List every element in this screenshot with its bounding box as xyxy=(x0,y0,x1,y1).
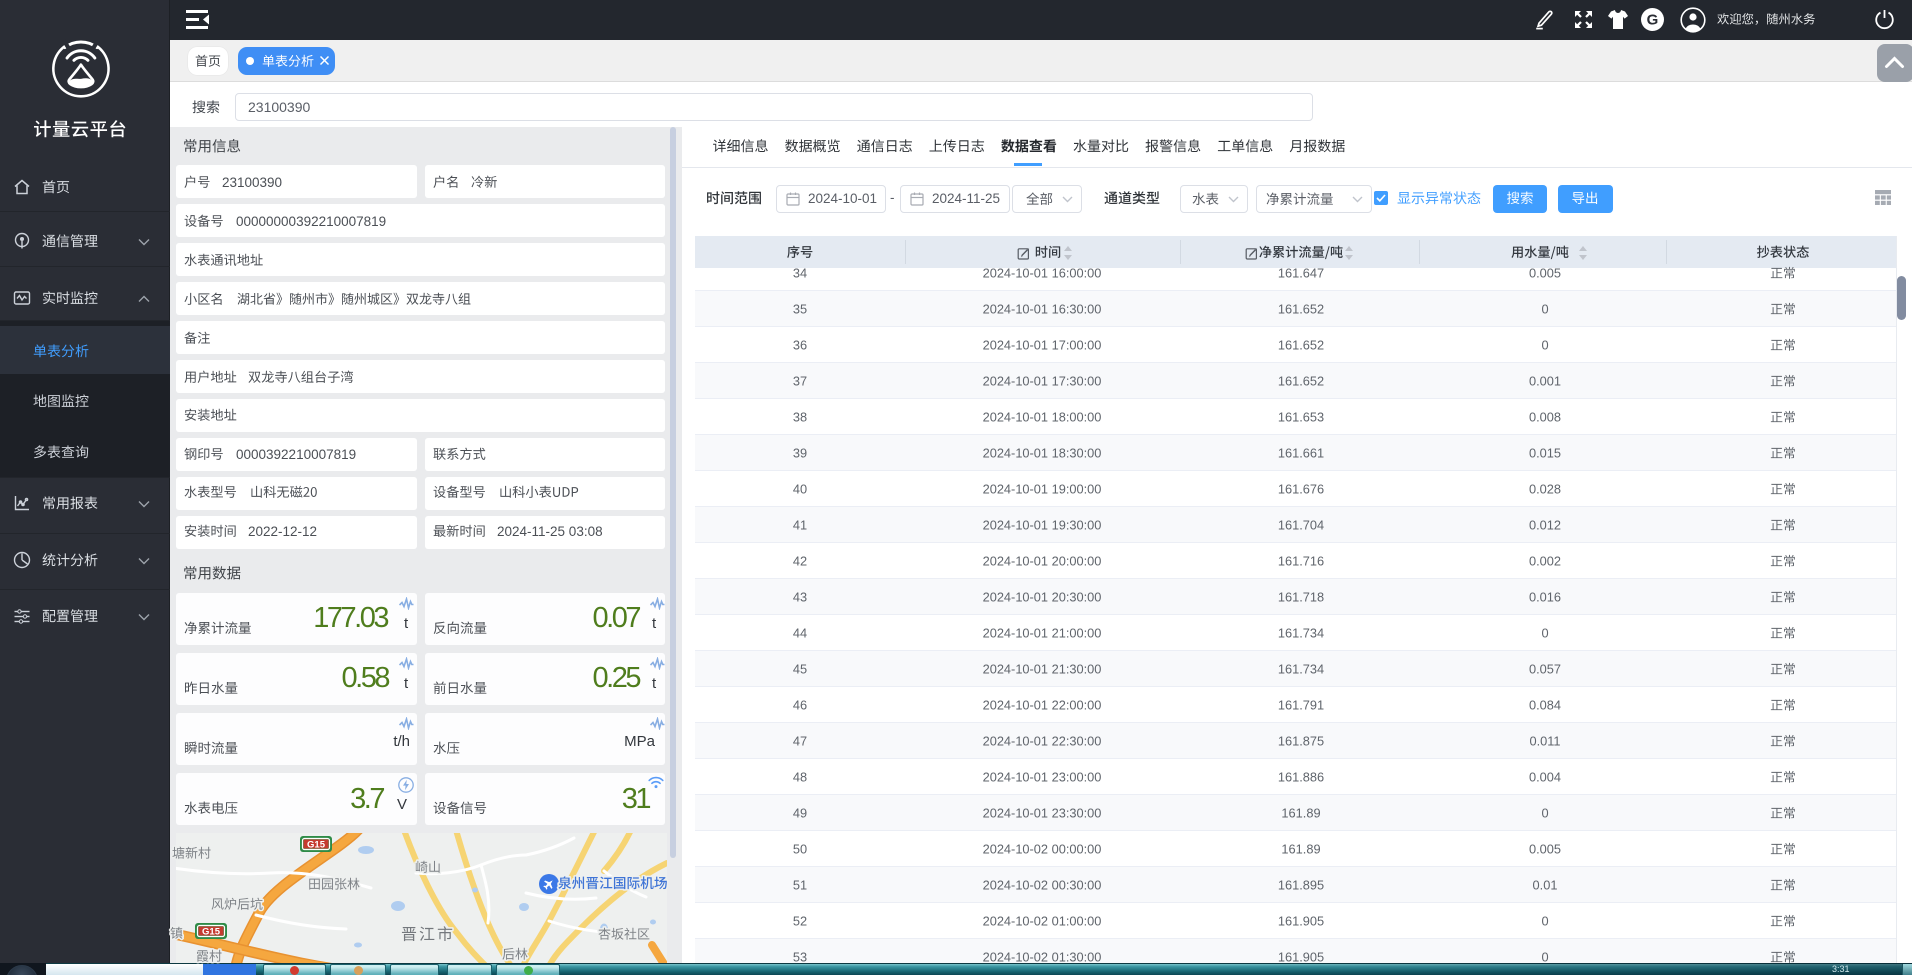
svg-text:G15: G15 xyxy=(202,927,221,938)
svg-text:G: G xyxy=(1647,12,1659,29)
svg-text:G15: G15 xyxy=(307,840,326,851)
